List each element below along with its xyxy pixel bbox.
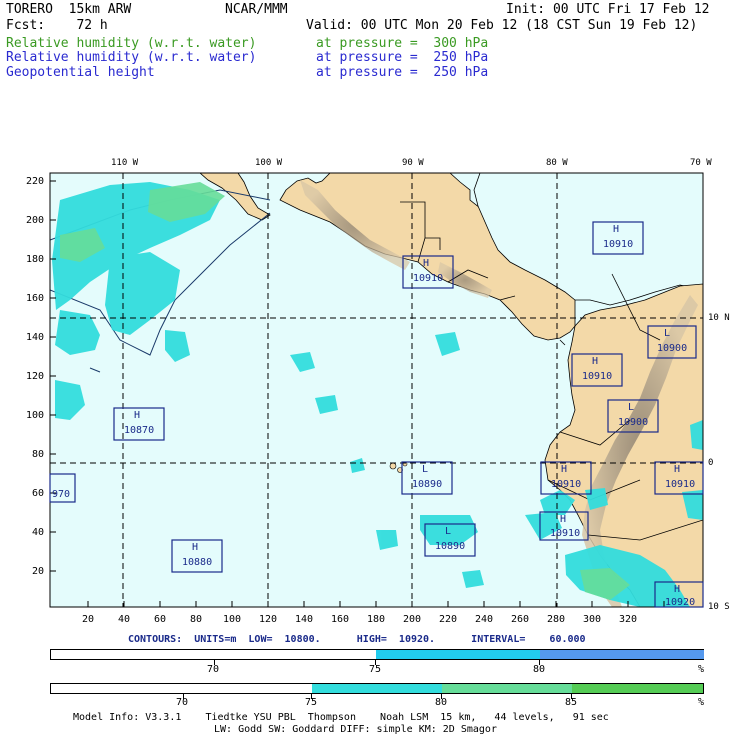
weather-map: [49, 172, 704, 608]
x-tick-260: 260: [511, 614, 530, 625]
lat-label-10n: 10 N: [708, 313, 730, 323]
x-tick-280: 280: [547, 614, 566, 625]
y-tick-100: 100: [26, 410, 45, 421]
center-type: L: [664, 328, 671, 339]
y-tick-80: 80: [32, 449, 45, 460]
contour-info: CONTOURS: UNITS=m LOW= 10800. HIGH= 1092…: [128, 634, 586, 645]
colorbar-segment: [51, 684, 312, 693]
colorbar1-label: 75: [369, 664, 382, 675]
y-tick-180: 180: [26, 254, 45, 265]
x-tick-80: 80: [190, 614, 203, 625]
center-value: 10910: [551, 479, 582, 490]
center-value: 10910: [603, 239, 634, 250]
center-type: L: [445, 526, 452, 537]
lon-label-90w: 90 W: [402, 158, 424, 168]
x-tick-180: 180: [367, 614, 386, 625]
colorbar-segment: [442, 684, 572, 693]
colorbar2-label: 80: [435, 697, 448, 708]
colorbar2-label: 70: [176, 697, 189, 708]
x-tick-60: 60: [154, 614, 167, 625]
center-value: 10890: [435, 541, 466, 552]
x-tick-140: 140: [295, 614, 314, 625]
x-tick-240: 240: [475, 614, 494, 625]
center-value: 10920: [665, 597, 696, 608]
lon-label-80w: 80 W: [546, 158, 568, 168]
x-tick-300: 300: [583, 614, 602, 625]
colorbar-segment: [572, 684, 703, 693]
x-tick-20: 20: [82, 614, 95, 625]
colorbar2-label: 85: [565, 697, 578, 708]
center-value: 10910: [665, 479, 696, 490]
y-tick-200: 200: [26, 215, 45, 226]
x-tick-160: 160: [331, 614, 350, 625]
colorbar-segment: [51, 650, 376, 659]
center-value: 10890: [412, 479, 443, 490]
center-value: 10880: [182, 557, 213, 568]
colorbar-segment: [312, 684, 442, 693]
x-tick-120: 120: [259, 614, 278, 625]
center-value: 10910: [550, 528, 581, 539]
center-type: H: [561, 464, 568, 475]
center-type: H: [613, 224, 620, 235]
center-value: 10900: [657, 343, 688, 354]
colorbar-250hpa: [50, 649, 704, 660]
colorbar-segment: [540, 650, 704, 659]
center-type: H: [592, 356, 599, 367]
colorbar2-unit: %: [698, 697, 705, 708]
colorbar1-label: 80: [533, 664, 546, 675]
lon-label-100w: 100 W: [255, 158, 283, 168]
colorbar2-label: 75: [305, 697, 318, 708]
model-physics: LW: Godd SW: Goddard DIFF: simple KM: 2D…: [214, 724, 497, 735]
lat-label-10s: 10 S: [708, 602, 730, 612]
y-tick-40: 40: [32, 527, 45, 538]
center-type: H: [423, 258, 430, 269]
y-tick-140: 140: [26, 332, 45, 343]
center-type: L: [422, 464, 429, 475]
x-tick-320: 320: [619, 614, 638, 625]
lon-label-70w: 70 W: [690, 158, 712, 168]
model-info: Model Info: V3.3.1 Tiedtke YSU PBL Thomp…: [73, 712, 609, 723]
center-value: 10870: [124, 425, 155, 436]
colorbar-300hpa: [50, 683, 704, 694]
center-type: H: [674, 464, 681, 475]
y-tick-120: 120: [26, 371, 45, 382]
colorbar1-label: 70: [207, 664, 220, 675]
center-type: H: [560, 514, 567, 525]
lon-label-110w: 110 W: [111, 158, 139, 168]
center-value: 970: [52, 489, 71, 500]
center-type: H: [134, 410, 141, 421]
y-tick-20: 20: [32, 566, 45, 577]
center-type: L: [628, 402, 635, 413]
center-type: H: [192, 542, 199, 553]
x-tick-100: 100: [223, 614, 242, 625]
x-tick-40: 40: [118, 614, 131, 625]
center-value: 10900: [618, 417, 649, 428]
x-tick-200: 200: [403, 614, 422, 625]
center-value: 10910: [413, 273, 444, 284]
colorbar-segment: [376, 650, 540, 659]
colorbar1-unit: %: [698, 664, 705, 675]
center-value: 10910: [582, 371, 613, 382]
y-tick-160: 160: [26, 293, 45, 304]
y-tick-220: 220: [26, 176, 45, 187]
lat-label-0: 0: [708, 458, 714, 468]
center-type: H: [674, 584, 681, 595]
y-tick-60: 60: [32, 488, 45, 499]
x-tick-220: 220: [439, 614, 458, 625]
